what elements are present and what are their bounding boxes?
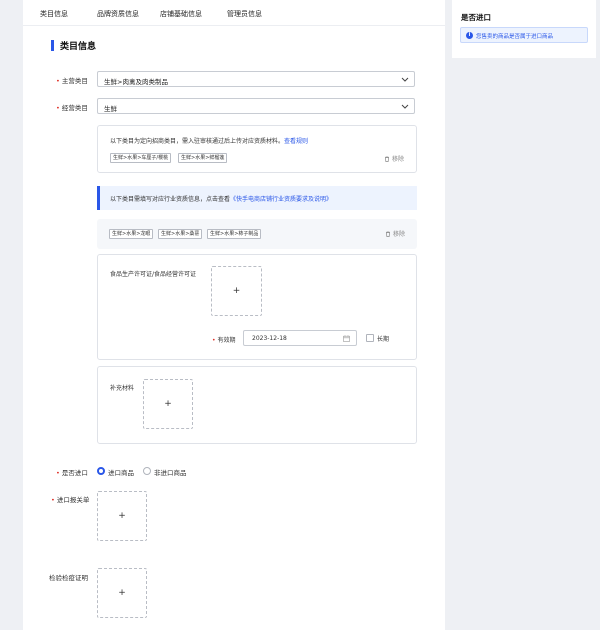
main-category-value: 生鲜>肉禽及肉类制品 (104, 77, 168, 86)
business-category-select[interactable]: 生鲜 (97, 98, 415, 114)
category-tag: 生鲜>水果>鲜榴莲 (178, 153, 228, 163)
trash-icon (384, 156, 389, 162)
radio-import-label: 进口商品 (108, 469, 134, 477)
longterm-label: 长期 (377, 336, 390, 343)
remove-button[interactable]: 移除 (384, 154, 404, 163)
inspection-label: 检验检疫证明 (49, 574, 88, 582)
trash-icon (385, 231, 390, 237)
longterm-checkbox[interactable] (366, 334, 374, 342)
category-tag: 生鲜>水果>车厘子/樱桃 (110, 153, 172, 163)
supplement-upload[interactable]: + (143, 379, 193, 429)
calendar-icon (343, 335, 350, 342)
section-title: 类目信息 (51, 40, 97, 52)
tab-store-basic-info[interactable]: 店铺基础信息 (160, 9, 202, 19)
chevron-down-icon (401, 77, 409, 82)
supplement-label: 补充材料 (110, 385, 135, 392)
tab-brand-qualification[interactable]: 品牌资质信息 (97, 9, 139, 19)
import-label: • 是否进口 (56, 469, 88, 477)
validity-date-value: 2023-12-18 (252, 335, 287, 342)
section-accent-bar (51, 40, 54, 51)
remove-label: 移除 (391, 156, 404, 163)
validity-label: • 有效期 (212, 337, 236, 344)
tab-bar: 类目信息 品牌资质信息 店铺基础信息 管理员信息 (23, 0, 445, 26)
industry-qualification-info-bar: 以下类目需填写对应行业资质信息，点击查看《快手电商店铺行业资质要求及说明》 (97, 186, 417, 210)
license-label: 食品生产许可证/食品经营许可证 (110, 271, 197, 278)
remove-label: 移除 (392, 231, 405, 238)
category-tag: 生鲜>水果>龙眼 (109, 229, 154, 239)
info-bar-text: 以下类目需填写对应行业资质信息，点击查看《快手电商店铺行业资质要求及说明》 (110, 196, 333, 203)
business-category-value: 生鲜 (104, 104, 117, 113)
tab-admin-info[interactable]: 管理员信息 (227, 9, 262, 19)
directed-category-text: 以下类目为定向招商类目，需入驻审核通过后上传对应资质材料。查看规则 (110, 138, 309, 145)
main-category-label: • 主营类目 (56, 77, 88, 85)
category-tag: 生鲜>水果>桑葚 (158, 229, 203, 239)
plus-icon: + (232, 286, 241, 296)
main-form-panel: 类目信息 品牌资质信息 店铺基础信息 管理员信息 类目信息 • 主营类目 生鲜>肉… (23, 0, 445, 630)
directed-category-box: 以下类目为定向招商类目，需入驻审核通过后上传对应资质材料。查看规则 生鲜>水果>… (97, 125, 417, 173)
plus-icon: + (164, 399, 172, 409)
section-title-text: 类目信息 (60, 42, 97, 52)
radio-import[interactable] (97, 467, 105, 475)
main-category-select[interactable]: 生鲜>肉禽及肉类制品 (97, 71, 415, 87)
license-upload[interactable]: + (211, 266, 262, 316)
info-icon: i (466, 32, 473, 39)
view-rules-link[interactable]: 查看规则 (284, 138, 308, 145)
chevron-down-icon (401, 104, 409, 109)
remove-button[interactable]: 移除 (385, 229, 405, 238)
tab-category-info[interactable]: 类目信息 (40, 9, 68, 19)
inspection-upload[interactable]: + (97, 568, 147, 618)
plus-icon: + (118, 588, 126, 598)
side-panel-notice-text: 您售卖的商品是否属于进口商品 (476, 34, 554, 40)
validity-date-input[interactable]: 2023-12-18 (243, 330, 357, 346)
radio-non-import[interactable] (143, 467, 151, 475)
business-category-label: • 经营类目 (56, 104, 88, 112)
import-declaration-upload[interactable]: + (97, 491, 147, 541)
plus-icon: + (118, 511, 126, 521)
qualification-requirements-link[interactable]: 《快手电商店铺行业资质要求及说明》 (230, 196, 332, 203)
radio-non-import-label: 非进口商品 (154, 469, 187, 477)
side-panel-title: 是否进口 (461, 13, 491, 22)
import-declaration-label: • 进口报关单 (51, 496, 90, 504)
qualification-tag-row: 生鲜>水果>龙眼 生鲜>水果>桑葚 生鲜>水果>柿子制品 移除 (97, 219, 417, 249)
side-panel-notice: i 您售卖的商品是否属于进口商品 (460, 27, 588, 43)
category-tag: 生鲜>水果>柿子制品 (207, 229, 262, 239)
side-help-panel: 是否进口 i 您售卖的商品是否属于进口商品 (452, 0, 596, 58)
supplement-box: 补充材料 + (97, 366, 417, 444)
